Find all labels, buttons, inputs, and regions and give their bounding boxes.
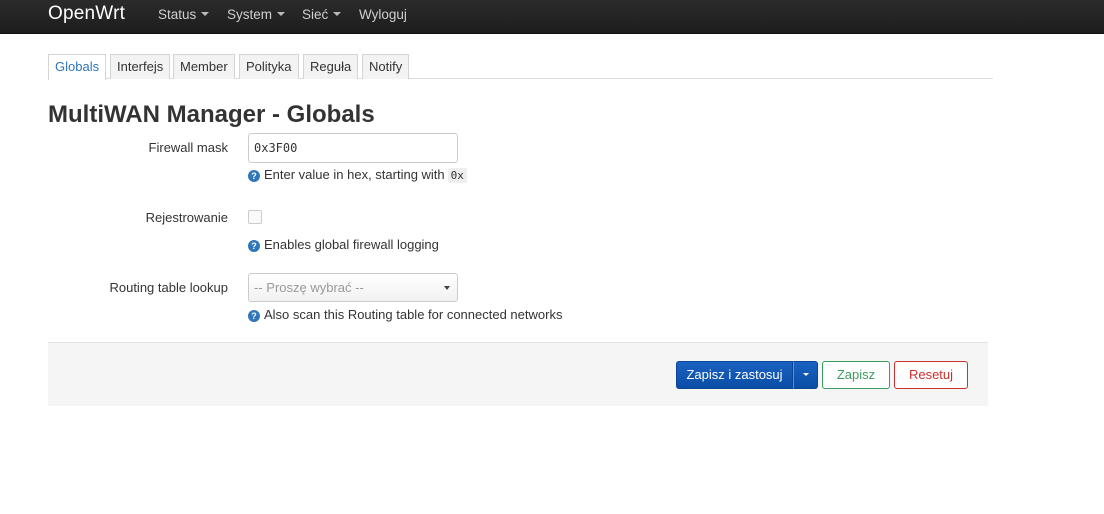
page-title: MultiWAN Manager - Globals — [48, 101, 375, 128]
routing-table-help: ? Also scan this Routing table for connec… — [248, 306, 562, 324]
tab-globals[interactable]: Globals — [48, 54, 107, 80]
logging-help: ? Enables global firewall logging — [248, 236, 439, 254]
caret-down-icon — [201, 12, 210, 17]
routing-table-help-text: Also scan this Routing table for connect… — [264, 307, 563, 322]
caret-down-icon — [277, 12, 286, 17]
tab-regula[interactable]: Reguła — [303, 54, 359, 79]
logging-checkbox[interactable] — [248, 210, 262, 224]
reset-button[interactable]: Resetuj — [894, 361, 968, 389]
question-circle-icon: ? — [248, 240, 260, 252]
save-button[interactable]: Zapisz — [822, 361, 890, 389]
nav-menu-system[interactable]: System — [227, 6, 286, 24]
brand-logo[interactable]: OpenWrt — [48, 1, 125, 27]
tab-polityka[interactable]: Polityka — [239, 54, 299, 79]
select-caret-icon — [444, 286, 450, 290]
top-navbar: OpenWrt Status System Sieć Wyloguj — [0, 0, 1104, 34]
nav-menu-status[interactable]: Status — [158, 6, 210, 24]
question-circle-icon: ? — [248, 170, 260, 182]
firewall-mask-help-text: Enter value in hex, starting with — [264, 167, 445, 182]
tab-notify[interactable]: Notify — [362, 54, 410, 79]
save-apply-button[interactable]: Zapisz i zastosuj — [676, 361, 793, 389]
nav-menu-system-label: System — [227, 7, 273, 22]
section-tabs: Globals Interfejs Member Polityka Reguła… — [48, 54, 993, 80]
caret-down-icon — [803, 373, 809, 376]
logging-help-text: Enables global firewall logging — [264, 237, 439, 252]
logging-label: Rejestrowanie — [145, 210, 228, 225]
tab-interfejs[interactable]: Interfejs — [110, 54, 171, 79]
firewall-mask-help: ? Enter value in hex, starting with 0x — [248, 166, 467, 185]
save-apply-dropdown-button[interactable] — [793, 361, 818, 389]
nav-logout[interactable]: Wyloguj — [359, 6, 407, 24]
nav-menu-network[interactable]: Sieć — [302, 6, 342, 24]
nav-menu-network-label: Sieć — [302, 7, 329, 22]
form-actions-bar: Zapisz i zastosuj Zapisz Resetuj — [48, 342, 988, 406]
nav-logout-label: Wyloguj — [359, 7, 407, 22]
hex-prefix-code: 0x — [447, 168, 467, 183]
firewall-mask-input[interactable] — [248, 133, 458, 163]
routing-table-selected-value: -- Proszę wybrać -- — [254, 280, 364, 295]
routing-table-label: Routing table lookup — [109, 280, 228, 295]
tab-member[interactable]: Member — [173, 54, 235, 79]
routing-table-select[interactable]: -- Proszę wybrać -- — [248, 273, 458, 302]
nav-menu-status-label: Status — [158, 7, 197, 22]
caret-down-icon — [333, 12, 342, 17]
firewall-mask-label: Firewall mask — [148, 140, 228, 155]
question-circle-icon: ? — [248, 310, 260, 322]
